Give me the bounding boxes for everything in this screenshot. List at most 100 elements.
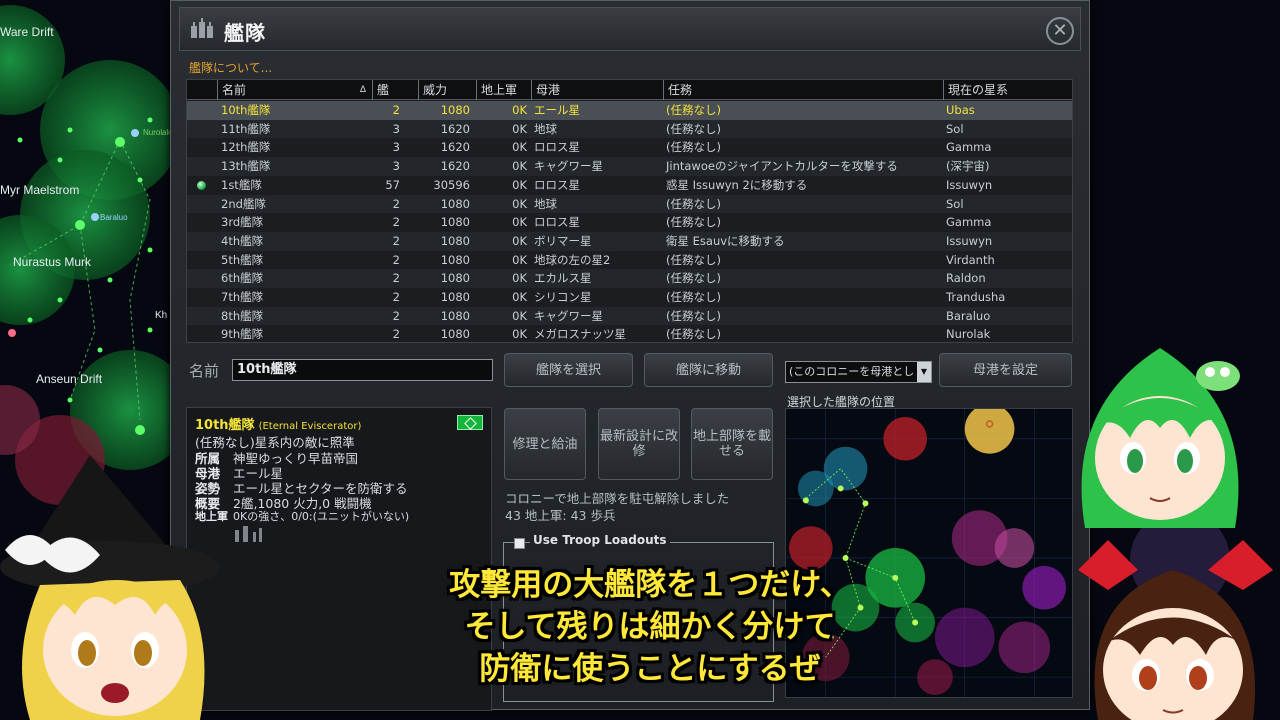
fleet-table[interactable]: 名前 Δ 艦 威力 地上軍 母港 任務 現在の星系 10th艦隊 2 1080 0K エ… xyxy=(186,79,1073,343)
load-troops-button[interactable]: 地上部隊を載せる xyxy=(691,408,773,480)
dropdown-value: (このコロニーを母港とし xyxy=(789,365,915,378)
cell-home: エカルス星 xyxy=(534,271,592,286)
table-row[interactable]: 4th艦隊 2 1080 0K ボリマー星 衛星 Esauvに移動する Issuwyn xyxy=(187,231,1072,251)
cell-name: 7th艦隊 xyxy=(221,290,264,304)
cell-mission: 惑星 Issuwyn 2に移動する xyxy=(666,177,808,192)
flagship-icon xyxy=(197,180,206,190)
cell-power: 1620 xyxy=(440,121,470,136)
cell-mission: (任務なし) xyxy=(666,252,721,267)
cell-home: エール星 xyxy=(534,103,580,117)
column-mission[interactable]: 任務 xyxy=(663,80,943,100)
cell-mission: (任務なし) xyxy=(666,271,721,286)
table-header: 名前 Δ 艦 威力 地上軍 母港 任務 現在の星系 xyxy=(187,80,1072,100)
fleet-heading: 10th艦隊 (Eternal Eviscerator) xyxy=(195,414,361,433)
cell-ships: 2 xyxy=(392,215,400,230)
cell-name: 2nd艦隊 xyxy=(221,196,266,211)
cell-name: 6th艦隊 xyxy=(221,271,264,286)
subtitle-line: 攻撃用の大艦隊を１つだけ、 xyxy=(449,567,851,603)
sanae-avatar xyxy=(1081,348,1240,528)
cell-power: 1080 xyxy=(440,308,470,323)
table-row[interactable]: 1st艦隊 57 30596 0K ロロス星 惑星 Issuwyn 2に移動する Issuw… xyxy=(187,176,1072,195)
column-home[interactable]: 母港 xyxy=(531,80,663,100)
close-icon[interactable]: ✕ xyxy=(1046,17,1074,45)
marisa-avatar xyxy=(0,455,220,720)
cell-home: 地球の左の星2 xyxy=(534,252,611,267)
map-label: Myr Maelstrom xyxy=(0,183,79,197)
move-to-fleet-button[interactable]: 艦隊に移動 xyxy=(644,353,773,387)
cell-ships: 2 xyxy=(392,327,400,342)
table-row[interactable]: 10th艦隊 2 1080 0K エール星 (任務なし) Ubas xyxy=(187,101,1072,120)
repair-refuel-button[interactable]: 修理と給油 xyxy=(504,408,586,480)
table-row[interactable]: 2nd艦隊 2 1080 0K 地球 (任務なし) Sol xyxy=(187,194,1072,214)
table-row[interactable]: 5th艦隊 2 1080 0K 地球の左の星2 (任務なし) Virdanth xyxy=(187,251,1072,270)
set-home-button[interactable]: 母港を設定 xyxy=(939,353,1072,387)
subtitle-line: 防衛に使うことにするぜ xyxy=(479,651,821,687)
home-colony-dropdown[interactable]: (このコロニーを母港とし ▼ xyxy=(785,361,932,383)
table-row[interactable]: 9th艦隊 2 1080 0K メガロスナッツ星 (任務なし) Nurolak xyxy=(187,325,1072,344)
cell-name: 3rd艦隊 xyxy=(221,215,264,230)
table-row[interactable]: 6th艦隊 2 1080 0K エカルス星 (任務なし) Raldon xyxy=(187,269,1072,288)
cell-ground: 0K xyxy=(512,103,527,117)
cell-system: Ubas xyxy=(946,103,975,117)
upgrade-button[interactable]: 最新設計に改修 xyxy=(598,408,680,480)
cell-mission: (任務なし) xyxy=(666,308,721,323)
fleet-name-input[interactable]: 10th艦隊 xyxy=(232,359,493,381)
troop-message-line: コロニーで地上部隊を駐屯解除しました xyxy=(505,491,730,506)
cell-mission: (任務なし) xyxy=(666,215,721,230)
cell-ships: 3 xyxy=(392,159,400,174)
cell-home: ロロス星 xyxy=(534,215,580,230)
cell-mission: (任務なし) xyxy=(666,140,721,155)
cell-name: 10th艦隊 xyxy=(221,103,271,117)
column-ships[interactable]: 艦 xyxy=(372,80,414,100)
cell-power: 1620 xyxy=(440,140,470,155)
select-fleet-button[interactable]: 艦隊を選択 xyxy=(504,353,633,387)
cell-name: 11th艦隊 xyxy=(221,121,271,136)
cell-home: キャグワー星 xyxy=(534,308,603,323)
cell-system: Issuwyn xyxy=(946,233,993,248)
cell-ships: 2 xyxy=(392,233,400,248)
cell-home: ロロス星 xyxy=(534,140,580,155)
cell-ships: 3 xyxy=(392,121,400,136)
cell-system: Issuwyn xyxy=(946,177,993,192)
use-troop-loadouts-checkbox[interactable] xyxy=(514,538,525,549)
cell-home: 地球 xyxy=(534,196,557,211)
table-row[interactable]: 13th艦隊 3 1620 0K キャグワー星 Jintawoeのジャイアントカルターを攻… xyxy=(187,157,1072,176)
cell-power: 1080 xyxy=(440,196,470,211)
cell-power: 1080 xyxy=(440,252,470,267)
cell-mission: (任務なし) xyxy=(666,290,721,304)
cell-mission: (任務なし) xyxy=(666,121,721,136)
table-row[interactable]: 8th艦隊 2 1080 0K キャグワー星 (任務なし) Baraluo xyxy=(187,306,1072,326)
cell-system: Sol xyxy=(946,121,964,136)
table-row[interactable]: 3rd艦隊 2 1080 0K ロロス星 (任務なし) Gamma xyxy=(187,213,1072,232)
name-label: 名前 xyxy=(189,362,220,380)
column-ground[interactable]: 地上軍 xyxy=(476,80,531,100)
cell-power: 1080 xyxy=(440,290,470,304)
cell-ground: 0K xyxy=(512,215,527,230)
cell-ground: 0K xyxy=(512,290,527,304)
ground-value: 0Kの強さ、0/0:(ユニットがいない) xyxy=(233,510,410,523)
column-name[interactable]: 名前 Δ xyxy=(217,80,372,100)
table-row[interactable]: 12th艦隊 3 1620 0K ロロス星 (任務なし) Gamma xyxy=(187,138,1072,157)
table-row[interactable]: 11th艦隊 3 1620 0K 地球 (任務なし) Sol xyxy=(187,119,1072,139)
about-fleets-link[interactable]: 艦隊について... xyxy=(189,59,272,76)
cell-ground: 0K xyxy=(512,233,527,248)
cell-power: 1080 xyxy=(440,103,470,117)
use-troop-loadouts-label: Use Troop Loadouts xyxy=(530,533,670,547)
cell-ships: 2 xyxy=(392,252,400,267)
cell-home: キャグワー星 xyxy=(534,159,603,174)
subtitle-line: そして残りは細かく分けて xyxy=(464,609,836,645)
troop-message-line: 43 地上軍: 43 歩兵 xyxy=(505,508,616,523)
column-system[interactable]: 現在の星系 xyxy=(943,80,1074,100)
table-row[interactable]: 7th艦隊 2 1080 0K シリコン星 (任務なし) Trandusha xyxy=(187,288,1072,307)
cell-ships: 2 xyxy=(392,290,400,304)
cell-ground: 0K xyxy=(512,327,527,342)
cell-system: Gamma xyxy=(946,140,992,155)
cell-ships: 2 xyxy=(392,271,400,286)
fleet-status-toggle[interactable] xyxy=(457,415,483,430)
cell-name: 5th艦隊 xyxy=(221,252,264,267)
cell-mission: Jintawoeのジャイアントカルターを攻撃する xyxy=(666,159,898,174)
cell-ships: 2 xyxy=(392,196,400,211)
column-power[interactable]: 威力 xyxy=(418,80,474,100)
window-titlebar[interactable]: 艦隊 ✕ xyxy=(179,7,1081,51)
video-subtitle: 攻撃用の大艦隊を１つだけ、 そして残りは細かく分けて 防衛に使うことにするぜ xyxy=(380,564,920,690)
